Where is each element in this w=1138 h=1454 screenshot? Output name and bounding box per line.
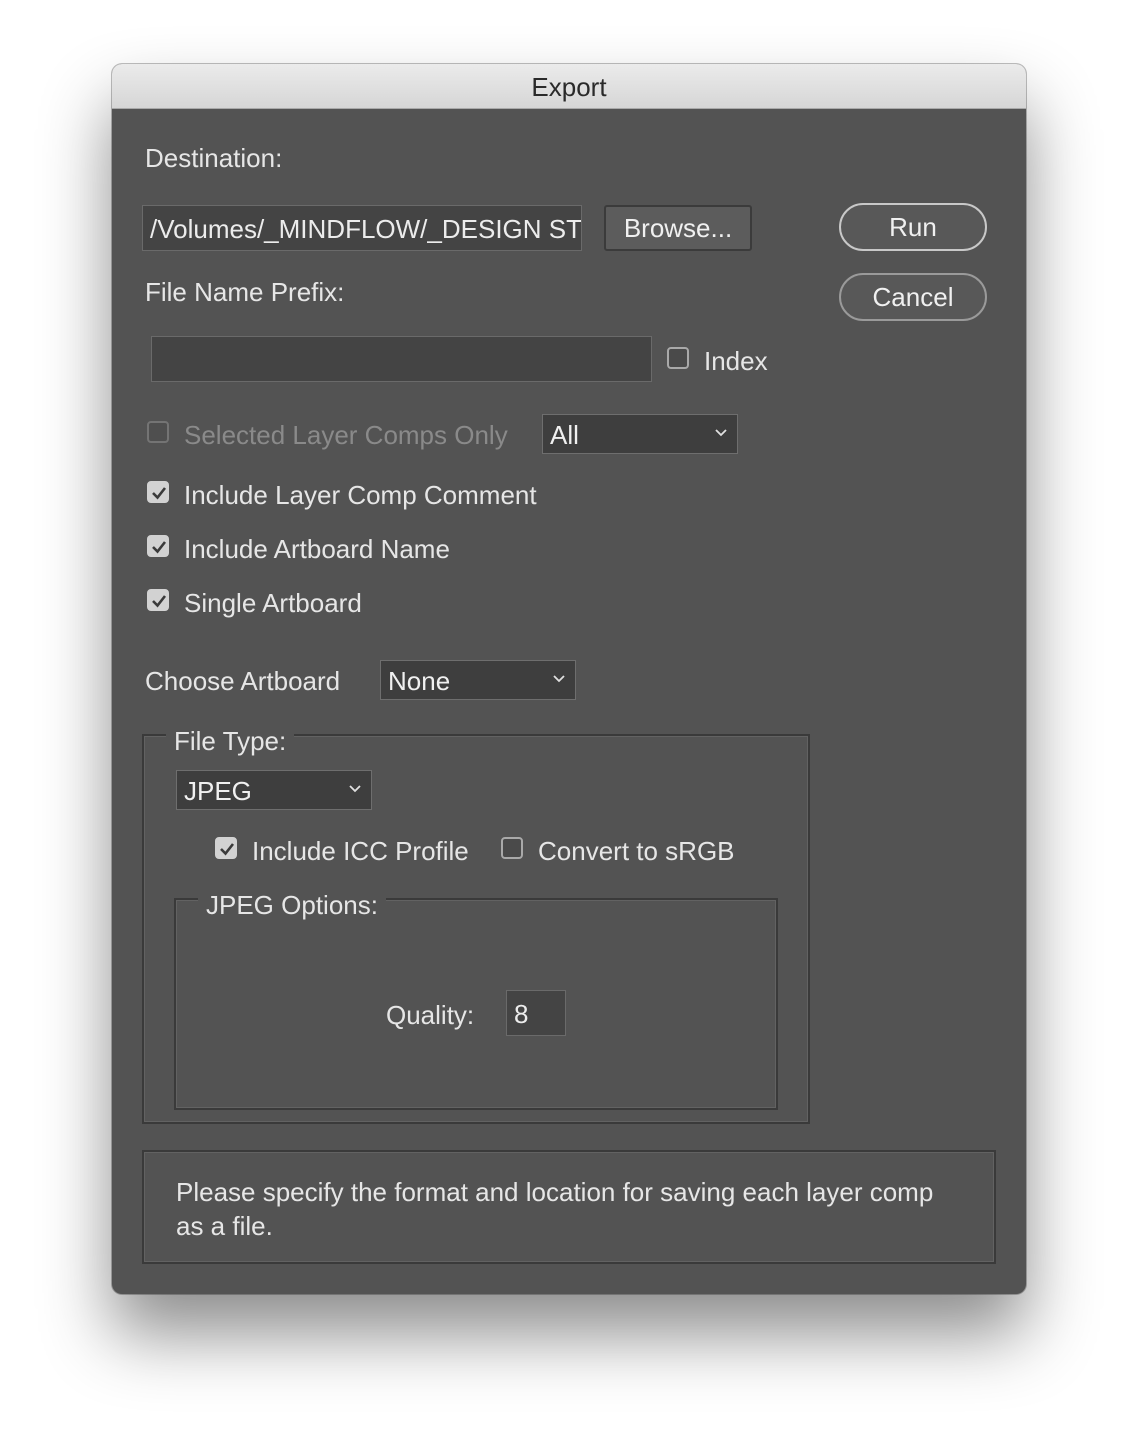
checkmark-icon	[152, 595, 167, 608]
file-type-value: JPEG	[184, 776, 252, 806]
chevron-down-icon	[349, 785, 361, 793]
convert-srgb-checkbox[interactable]	[501, 837, 523, 859]
info-message: Please specify the format and location f…	[142, 1150, 996, 1264]
selected-layer-comps-checkbox[interactable]	[147, 421, 169, 443]
chevron-down-icon	[715, 429, 727, 437]
checkmark-icon	[152, 487, 167, 500]
choose-artboard-value: None	[388, 666, 451, 696]
include-icc-profile-checkbox[interactable]	[215, 837, 237, 859]
include-artboard-name-checkbox[interactable]	[147, 535, 169, 557]
choose-artboard-label: Choose Artboard	[145, 666, 341, 696]
index-checkbox[interactable]	[667, 347, 689, 369]
include-icc-profile-label: Include ICC Profile	[252, 836, 469, 866]
include-comment-checkbox[interactable]	[147, 481, 169, 503]
layer-comps-scope-select[interactable]: All	[542, 414, 738, 454]
quality-input[interactable]: 8	[506, 990, 566, 1036]
layer-comps-scope-value: All	[550, 420, 579, 450]
destination-label: Destination:	[145, 143, 283, 173]
checkmark-icon	[220, 843, 235, 856]
jpeg-options-group	[174, 898, 778, 1110]
convert-srgb-label: Convert to sRGB	[538, 836, 735, 866]
single-artboard-checkbox[interactable]	[147, 589, 169, 611]
include-artboard-name-label: Include Artboard Name	[184, 534, 450, 564]
window-title[interactable]: Export	[112, 64, 1026, 109]
chevron-down-icon	[553, 675, 565, 683]
run-button[interactable]: Run	[839, 203, 987, 251]
cancel-button[interactable]: Cancel	[839, 273, 987, 321]
choose-artboard-select[interactable]: None	[380, 660, 576, 700]
include-comment-label: Include Layer Comp Comment	[184, 480, 537, 510]
checkmark-icon	[152, 541, 167, 554]
index-label: Index	[704, 346, 768, 376]
selected-layer-comps-label: Selected Layer Comps Only	[184, 420, 508, 450]
file-name-prefix-label: File Name Prefix:	[145, 277, 345, 307]
browse-button[interactable]: Browse...	[604, 205, 752, 251]
file-type-legend: File Type:	[166, 726, 295, 757]
quality-label: Quality:	[386, 1000, 475, 1030]
jpeg-options-legend: JPEG Options:	[198, 890, 386, 921]
destination-path-field[interactable]: /Volumes/_MINDFLOW/_DESIGN ST	[142, 205, 582, 251]
single-artboard-label: Single Artboard	[184, 588, 362, 618]
file-type-select[interactable]: JPEG	[176, 770, 372, 810]
file-name-prefix-input[interactable]	[151, 336, 652, 382]
export-dialog: Export Destination: /Volumes/_MINDFLOW/_…	[112, 64, 1026, 1294]
